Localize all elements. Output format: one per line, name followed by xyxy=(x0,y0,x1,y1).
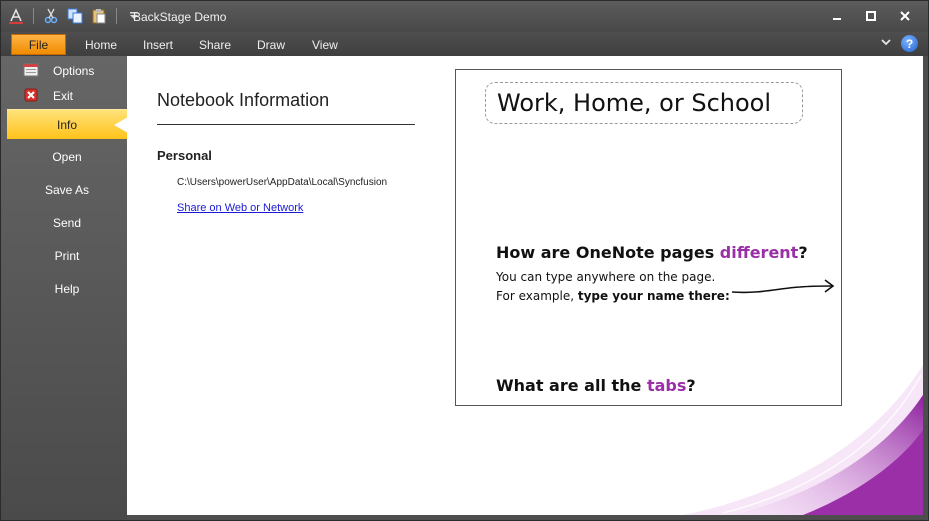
preview-body-1: You can type anywhere on the page. xyxy=(496,270,716,284)
toolbar-separator xyxy=(116,8,117,24)
notebook-info-heading: Notebook Information xyxy=(157,90,330,110)
nav-item-label: Open xyxy=(52,150,82,164)
quick-access-toolbar xyxy=(7,7,143,25)
arrow-right-icon xyxy=(731,279,835,294)
options-command[interactable]: Options xyxy=(23,63,95,78)
nav-item-label: Help xyxy=(54,282,80,296)
nav-item-send[interactable]: Send xyxy=(7,208,127,238)
minimize-button[interactable] xyxy=(822,7,852,25)
preview-body-2: For example, type your name there: xyxy=(496,289,730,303)
toolbar-separator xyxy=(33,8,34,24)
options-icon xyxy=(23,62,39,78)
paste-icon[interactable] xyxy=(90,7,108,25)
window-controls xyxy=(822,7,920,25)
cut-icon[interactable] xyxy=(42,7,60,25)
options-label: Options xyxy=(53,64,95,78)
notebook-preview: Work, Home, or School How are OneNote pa… xyxy=(455,69,842,406)
backstage-content: Notebook Information Personal C:\Users\p… xyxy=(127,56,923,515)
tab-draw[interactable]: Draw xyxy=(257,38,285,52)
section-personal: Personal xyxy=(157,148,212,163)
close-button[interactable] xyxy=(890,7,920,25)
heading-divider xyxy=(157,124,415,125)
ribbon-right-controls: ? xyxy=(881,35,918,52)
tab-insert[interactable]: Insert xyxy=(143,38,173,52)
copy-icon[interactable] xyxy=(66,7,84,25)
preview-question-1: How are OneNote pages different? xyxy=(496,243,808,262)
nav-item-help[interactable]: Help xyxy=(7,274,127,304)
tab-share[interactable]: Share xyxy=(199,38,231,52)
nav-item-label: Print xyxy=(54,249,80,263)
font-color-icon[interactable] xyxy=(7,7,25,25)
exit-command[interactable]: Exit xyxy=(24,88,74,103)
nav-item-label: Save As xyxy=(44,183,90,197)
nav-item-open[interactable]: Open xyxy=(7,142,127,172)
preview-title: Work, Home, or School xyxy=(485,82,803,124)
nav-item-info[interactable]: Info xyxy=(7,109,128,139)
backstage-sidebar: Options Exit Info Open Save As Send Prin… xyxy=(1,56,128,520)
nav-item-print[interactable]: Print xyxy=(7,241,127,271)
app-window: BackStage Demo File Home Insert Share Dr… xyxy=(0,0,929,521)
title-bar: BackStage Demo xyxy=(1,1,928,32)
notebook-path: C:\Users\powerUser\AppData\Local\Syncfus… xyxy=(177,177,388,188)
chevron-down-icon[interactable] xyxy=(881,38,891,49)
share-link[interactable]: Share on Web or Network xyxy=(177,202,303,214)
exit-label: Exit xyxy=(53,89,74,103)
ribbon-tab-row: File Home Insert Share Draw View ? xyxy=(1,32,928,56)
help-icon[interactable]: ? xyxy=(901,35,918,52)
exit-icon xyxy=(23,87,39,103)
nav-item-label: Send xyxy=(52,216,82,230)
window-title: BackStage Demo xyxy=(133,10,227,24)
active-indicator xyxy=(114,117,128,133)
nav-item-save-as[interactable]: Save As xyxy=(7,175,127,205)
maximize-button[interactable] xyxy=(856,7,886,25)
window-border-bottom xyxy=(127,515,923,520)
file-tab[interactable]: File xyxy=(11,34,66,55)
nav-item-label: Info xyxy=(56,117,77,132)
preview-question-2: What are all the tabs? xyxy=(496,376,696,395)
window-border-right xyxy=(923,56,928,520)
tab-view[interactable]: View xyxy=(312,38,338,52)
tab-home[interactable]: Home xyxy=(85,38,117,52)
